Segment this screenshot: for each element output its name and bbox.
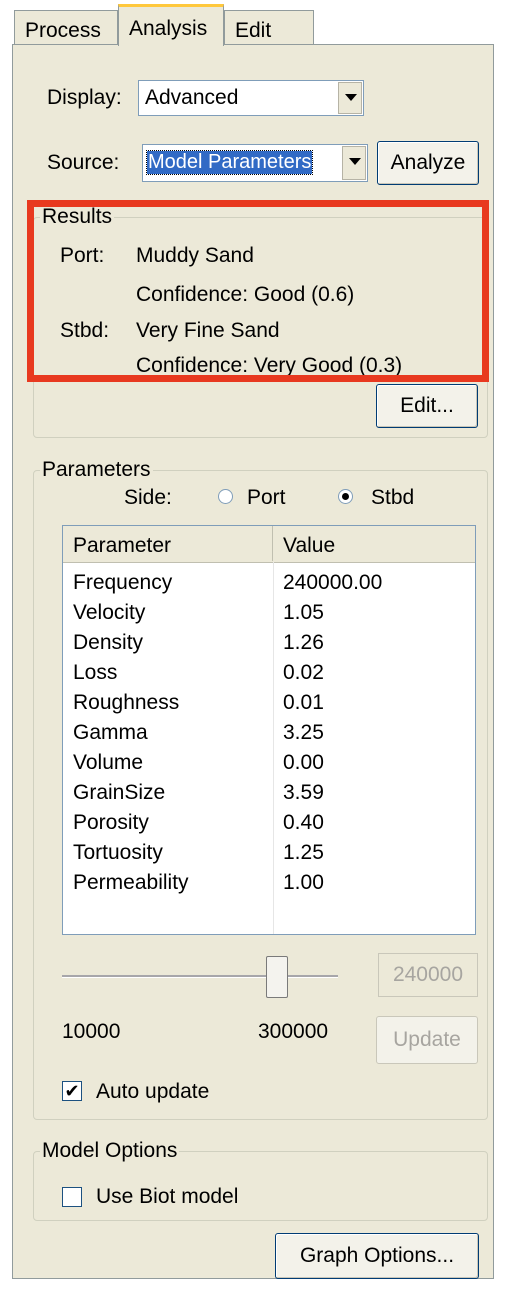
side-label: Side: bbox=[124, 486, 172, 509]
tab-analysis-label: Analysis bbox=[129, 17, 208, 40]
tab-process-label: Process bbox=[25, 19, 101, 42]
parameter-value-cell: 3.25 bbox=[283, 721, 324, 744]
table-row[interactable]: Permeability 1.00 bbox=[63, 868, 475, 898]
source-select[interactable]: Model Parameters bbox=[142, 144, 368, 182]
parameter-value-cell: 1.25 bbox=[283, 841, 324, 864]
side-stbd-radio[interactable] bbox=[338, 489, 353, 504]
display-label: Display: bbox=[47, 86, 122, 109]
use-biot-checkbox[interactable] bbox=[62, 1187, 82, 1207]
edit-results-button[interactable]: Edit... bbox=[376, 384, 478, 428]
side-port-label[interactable]: Port bbox=[247, 486, 286, 510]
model-options-legend: Model Options bbox=[42, 1139, 178, 1162]
table-row[interactable]: Roughness 0.01 bbox=[63, 688, 475, 718]
slider-max-label: 300000 bbox=[258, 1020, 329, 1043]
parameter-value-cell: 1.00 bbox=[283, 871, 324, 894]
side-stbd-label[interactable]: Stbd bbox=[371, 486, 414, 510]
slider-min-label: 10000 bbox=[62, 1020, 121, 1043]
display-select[interactable]: Advanced bbox=[138, 80, 364, 116]
table-header: Parameter Value bbox=[63, 526, 475, 563]
parameters-table: Parameter Value Frequency 240000.00 Veloci… bbox=[62, 525, 476, 935]
tab-analysis[interactable]: Analysis bbox=[118, 4, 224, 46]
source-label: Source: bbox=[47, 151, 120, 174]
parameter-value-cell: 240000.00 bbox=[283, 571, 383, 594]
parameter-value-cell: 1.26 bbox=[283, 631, 324, 654]
parameter-value-cell: 3.59 bbox=[283, 781, 324, 804]
table-row[interactable]: GrainSize 3.59 bbox=[63, 778, 475, 808]
update-button[interactable]: Update bbox=[376, 1016, 478, 1064]
chevron-down-icon[interactable] bbox=[342, 146, 366, 180]
parameters-legend: Parameters bbox=[42, 458, 151, 481]
checkmark-icon: ✔ bbox=[64, 1081, 80, 1101]
table-row[interactable]: Gamma 3.25 bbox=[63, 718, 475, 748]
slider-thumb[interactable] bbox=[266, 956, 288, 998]
graph-options-button[interactable]: Graph Options... bbox=[275, 1233, 479, 1279]
auto-update-label[interactable]: Auto update bbox=[96, 1080, 209, 1104]
tab-edit[interactable]: Edit bbox=[224, 10, 314, 46]
slider-track[interactable] bbox=[62, 975, 338, 978]
tab-process[interactable]: Process bbox=[14, 10, 118, 46]
parameter-name-cell: Roughness bbox=[73, 691, 180, 714]
analyze-button[interactable]: Analyze bbox=[377, 141, 479, 185]
parameter-name-cell: Tortuosity bbox=[73, 841, 163, 864]
use-biot-label[interactable]: Use Biot model bbox=[96, 1185, 238, 1209]
parameter-name-cell: Velocity bbox=[73, 601, 146, 624]
column-header-parameter[interactable]: Parameter bbox=[63, 526, 273, 561]
parameter-name-cell: Gamma bbox=[73, 721, 148, 744]
parameter-value-cell: 0.02 bbox=[283, 661, 324, 684]
table-row[interactable]: Density 1.26 bbox=[63, 628, 475, 658]
parameter-value-cell: 0.40 bbox=[283, 811, 324, 834]
side-port-radio[interactable] bbox=[218, 489, 233, 504]
column-header-value[interactable]: Value bbox=[273, 526, 475, 561]
parameter-name-cell: Density bbox=[73, 631, 144, 654]
parameter-name-cell: Porosity bbox=[73, 811, 149, 834]
table-row[interactable]: Porosity 0.40 bbox=[63, 808, 475, 838]
auto-update-checkbox[interactable]: ✔ bbox=[62, 1081, 82, 1101]
parameter-value-cell: 1.05 bbox=[283, 601, 324, 624]
parameter-name-cell: Permeability bbox=[73, 871, 189, 894]
parameter-name-cell: GrainSize bbox=[73, 781, 166, 804]
table-row[interactable]: Volume 0.00 bbox=[63, 748, 475, 778]
table-row[interactable]: Loss 0.02 bbox=[63, 658, 475, 688]
parameter-name-cell: Volume bbox=[73, 751, 144, 774]
chevron-down-icon[interactable] bbox=[338, 82, 362, 114]
frequency-value-box[interactable]: 240000 bbox=[378, 953, 478, 997]
display-value: Advanced bbox=[145, 86, 239, 109]
source-value: Model Parameters bbox=[145, 150, 314, 175]
table-row[interactable]: Frequency 240000.00 bbox=[63, 568, 475, 598]
parameter-name-cell: Loss bbox=[73, 661, 118, 684]
parameter-value-cell: 0.00 bbox=[283, 751, 324, 774]
table-row[interactable]: Velocity 1.05 bbox=[63, 598, 475, 628]
tab-edit-label: Edit bbox=[235, 19, 272, 42]
parameter-name-cell: Frequency bbox=[73, 571, 173, 594]
highlight-box bbox=[27, 200, 489, 382]
parameter-value-cell: 0.01 bbox=[283, 691, 324, 714]
table-row[interactable]: Tortuosity 1.25 bbox=[63, 838, 475, 868]
